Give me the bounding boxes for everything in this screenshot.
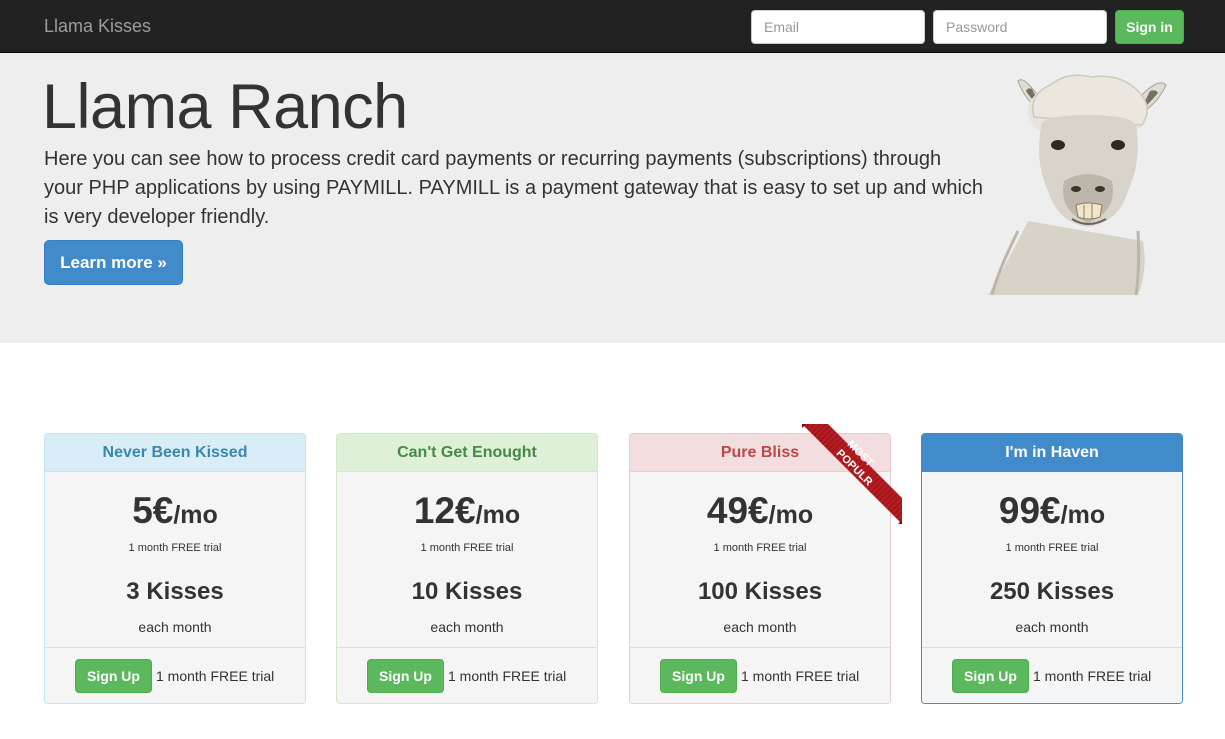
plan-title: I'm in Haven (922, 434, 1182, 472)
plan-trial-note: 1 month FREE trial (713, 542, 807, 554)
most-popular-ribbon: MOST POPULR (802, 424, 902, 524)
sign-up-button[interactable]: Sign Up (952, 658, 1029, 693)
price-period: /mo (475, 501, 521, 529)
footer-trial-text: 1 month FREE trial (1033, 667, 1152, 684)
price-amount: 12€ (413, 490, 476, 531)
plan-card-im-in-haven: I'm in Haven 99€/mo 1 month FREE trial 2… (921, 433, 1183, 704)
plan-frequency: each month (723, 619, 797, 635)
llama-image (988, 74, 1167, 295)
sign-in-button[interactable]: Sign in (1115, 10, 1184, 44)
password-input[interactable] (933, 10, 1107, 44)
plan-trial-note: 1 month FREE trial (420, 542, 514, 554)
plan-title: Can't Get Enought (337, 434, 597, 472)
sign-up-button[interactable]: Sign Up (367, 658, 444, 693)
plan-kisses: 100 Kisses (697, 578, 823, 605)
sign-up-button[interactable]: Sign Up (75, 658, 152, 693)
plan-kisses: 3 Kisses (126, 578, 224, 605)
plan-footer: Sign Up 1 month FREE trial (45, 647, 305, 703)
brand-link[interactable]: Llama Kisses (44, 16, 151, 37)
plan-price: 12€/mo (337, 490, 597, 536)
plan-trial-note: 1 month FREE trial (128, 542, 222, 554)
plan-frequency: each month (430, 619, 504, 635)
footer-trial-text: 1 month FREE trial (448, 667, 567, 684)
price-period: /mo (1060, 501, 1106, 529)
plan-price: 99€/mo (922, 490, 1182, 536)
plan-footer: Sign Up 1 month FREE trial (337, 647, 597, 703)
page-title: Llama Ranch (42, 72, 408, 142)
learn-more-button[interactable]: Learn more » (44, 240, 183, 285)
plan-footer: Sign Up 1 month FREE trial (630, 647, 890, 703)
plan-frequency: each month (138, 619, 212, 635)
email-input[interactable] (751, 10, 925, 44)
price-amount: 5€ (132, 490, 174, 531)
sign-up-button[interactable]: Sign Up (660, 658, 737, 693)
plan-trial-note: 1 month FREE trial (1005, 542, 1099, 554)
navbar: Llama Kisses Sign in (0, 0, 1225, 53)
footer-trial-text: 1 month FREE trial (156, 667, 275, 684)
jumbotron: Llama Ranch Here you can see how to proc… (0, 53, 1225, 343)
plan-footer: Sign Up 1 month FREE trial (922, 647, 1182, 703)
plan-kisses: 10 Kisses (411, 578, 523, 605)
plan-title: Never Been Kissed (45, 434, 305, 472)
footer-trial-text: 1 month FREE trial (741, 667, 860, 684)
price-amount: 99€ (998, 490, 1061, 531)
plan-frequency: each month (1015, 619, 1089, 635)
plan-price: 5€/mo (45, 490, 305, 536)
price-period: /mo (173, 501, 218, 529)
plan-card-cant-get-enought: Can't Get Enought 12€/mo 1 month FREE tr… (336, 433, 598, 704)
intro-text: Here you can see how to process credit c… (44, 148, 984, 228)
price-amount: 49€ (706, 490, 769, 531)
plan-kisses: 250 Kisses (989, 578, 1115, 605)
plan-card-never-been-kissed: Never Been Kissed 5€/mo 1 month FREE tri… (44, 433, 306, 704)
